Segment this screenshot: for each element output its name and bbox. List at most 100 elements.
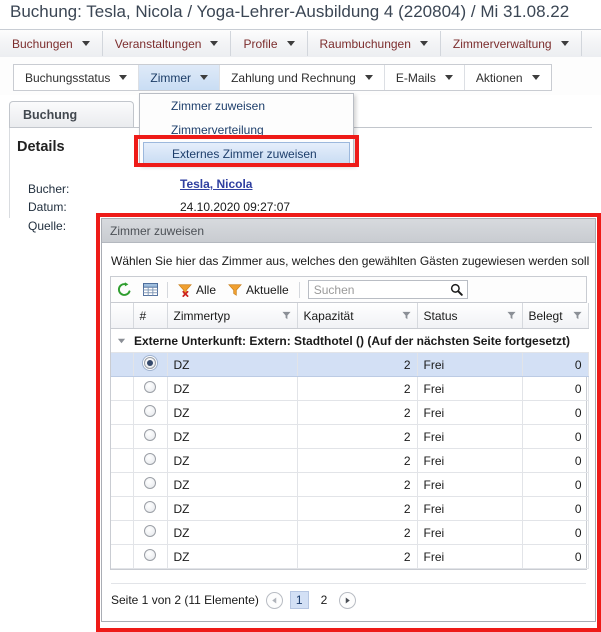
radio-button-icon[interactable] bbox=[144, 477, 156, 489]
tab-buchung-label: Buchung bbox=[23, 108, 78, 122]
tab-label: E-Mails bbox=[395, 70, 436, 85]
cell-kapazitaet: 2 bbox=[297, 424, 418, 449]
chevron-down-icon bbox=[81, 41, 90, 46]
cell-zimmertyp: DZ bbox=[167, 400, 298, 425]
row-select-radio[interactable] bbox=[133, 448, 168, 473]
tab-label: Buchungsstatus bbox=[25, 70, 111, 85]
cell-zimmertyp: DZ bbox=[167, 352, 298, 377]
tab-zahlung-und-rechnung[interactable]: Zahlung und Rechnung bbox=[220, 65, 385, 90]
field-label-datum: Datum: bbox=[28, 200, 67, 214]
tab-emails[interactable]: E-Mails bbox=[385, 65, 465, 90]
tab-zimmer[interactable]: Zimmer bbox=[139, 65, 221, 90]
pagination-page-1[interactable]: 1 bbox=[289, 591, 309, 609]
table-row[interactable]: DZ 2 Frei 0 bbox=[111, 400, 589, 425]
row-select-radio[interactable] bbox=[133, 424, 168, 449]
table-row[interactable]: DZ 2 Frei 0 bbox=[111, 544, 589, 569]
columns-icon[interactable] bbox=[137, 278, 163, 302]
menu-option-label: Zimmerverteilung bbox=[171, 123, 264, 137]
chevron-down-icon bbox=[210, 41, 219, 46]
menu-item-label: Profile bbox=[243, 36, 278, 51]
menu-option-zimmerverteilung[interactable]: Zimmerverteilung bbox=[140, 118, 353, 142]
radio-button-icon[interactable] bbox=[144, 453, 156, 465]
clear-filter-button[interactable]: Alle bbox=[172, 283, 222, 297]
cell-status: Frei bbox=[417, 376, 523, 401]
radio-button-icon[interactable] bbox=[144, 429, 156, 441]
menu-option-zimmer-zuweisen[interactable]: Zimmer zuweisen bbox=[140, 94, 353, 118]
search-input[interactable]: Suchen bbox=[307, 280, 468, 299]
cell-belegt: 0 bbox=[522, 352, 589, 377]
tab-label: Zimmer bbox=[150, 70, 192, 85]
cell-belegt: 0 bbox=[522, 472, 589, 497]
chevron-down-icon bbox=[444, 75, 453, 80]
table-row[interactable]: DZ 2 Frei 0 bbox=[111, 496, 589, 521]
menu-item-buchungen[interactable]: Buchungen bbox=[0, 31, 103, 56]
cell-status: Frei bbox=[417, 400, 523, 425]
column-header-label: Status bbox=[423, 308, 458, 323]
chevron-down-icon bbox=[419, 41, 428, 46]
column-header-label: Kapazität bbox=[303, 308, 354, 323]
cell-status: Frei bbox=[417, 424, 523, 449]
column-header-kapazitaet[interactable]: Kapazität bbox=[297, 303, 418, 329]
tab-aktionen[interactable]: Aktionen bbox=[465, 65, 551, 90]
current-filter-button[interactable]: Aktuelle bbox=[222, 283, 295, 297]
pagination-page-2[interactable]: 2 bbox=[316, 592, 333, 608]
radio-button-icon[interactable] bbox=[144, 501, 156, 513]
row-select-radio[interactable] bbox=[133, 520, 168, 545]
pagination-prev-button[interactable] bbox=[265, 591, 283, 609]
menu-item-zimmerverwaltung[interactable]: Zimmerverwaltung bbox=[441, 31, 582, 56]
table-row[interactable]: DZ 2 Frei 0 bbox=[111, 472, 589, 497]
pagination-next-button[interactable] bbox=[339, 591, 357, 609]
radio-button-icon[interactable] bbox=[144, 549, 156, 561]
field-label-quelle: Quelle: bbox=[28, 219, 67, 233]
cell-zimmertyp: DZ bbox=[167, 376, 298, 401]
table-row[interactable]: DZ 2 Frei 0 bbox=[111, 520, 589, 545]
row-select-radio[interactable] bbox=[133, 352, 168, 377]
table-header-row: # Zimmertyp Kapazität Status Belegt bbox=[111, 303, 589, 329]
chevron-down-icon bbox=[119, 75, 128, 80]
menu-item-label: Zimmerverwaltung bbox=[452, 36, 552, 51]
column-header-belegt[interactable]: Belegt bbox=[522, 303, 589, 329]
menu-item-raumbuchungen[interactable]: Raumbuchungen bbox=[308, 31, 441, 56]
table-row[interactable]: DZ 2 Frei 0 bbox=[111, 376, 589, 401]
column-header-zimmertyp[interactable]: Zimmertyp bbox=[167, 303, 298, 329]
cell-belegt: 0 bbox=[522, 400, 589, 425]
collapse-caret-icon[interactable] bbox=[117, 336, 126, 345]
tab-buchung[interactable]: Buchung bbox=[9, 101, 134, 128]
radio-button-icon[interactable] bbox=[144, 525, 156, 537]
menu-option-externes-zimmer-zuweisen[interactable]: Externes Zimmer zuweisen bbox=[143, 142, 350, 165]
row-select-radio[interactable] bbox=[133, 376, 168, 401]
table-row[interactable]: DZ 2 Frei 0 bbox=[111, 352, 589, 377]
grid-toolbar: Alle Aktuelle Suchen bbox=[110, 276, 587, 302]
cell-belegt: 0 bbox=[522, 448, 589, 473]
row-select-radio[interactable] bbox=[133, 496, 168, 521]
row-gutter bbox=[111, 544, 134, 569]
chevron-down-icon bbox=[364, 75, 373, 80]
row-gutter bbox=[111, 472, 134, 497]
row-select-radio[interactable] bbox=[133, 544, 168, 569]
radio-button-icon[interactable] bbox=[144, 357, 156, 369]
row-select-radio[interactable] bbox=[133, 400, 168, 425]
group-header-row[interactable]: Externe Unterkunft: Extern: Stadthotel (… bbox=[111, 328, 588, 353]
chevron-right-icon bbox=[346, 597, 351, 603]
menu-item-profile[interactable]: Profile bbox=[231, 31, 308, 56]
refresh-icon[interactable] bbox=[111, 278, 137, 302]
table-row[interactable]: DZ 2 Frei 0 bbox=[111, 448, 589, 473]
cell-belegt: 0 bbox=[522, 496, 589, 521]
table-row[interactable]: DZ 2 Frei 0 bbox=[111, 424, 589, 449]
column-header-index[interactable]: # bbox=[133, 303, 168, 329]
secondary-toolbar: Buchungsstatus Zimmer Zahlung und Rechnu… bbox=[13, 64, 552, 91]
radio-button-icon[interactable] bbox=[144, 381, 156, 393]
column-header-status[interactable]: Status bbox=[417, 303, 523, 329]
toolbar-separator bbox=[167, 281, 168, 298]
toolbar-separator bbox=[298, 281, 300, 298]
search-icon bbox=[450, 283, 463, 296]
menu-item-veranstaltungen[interactable]: Veranstaltungen bbox=[103, 31, 232, 56]
cell-status: Frei bbox=[417, 544, 523, 569]
field-value-bucher-link[interactable]: Tesla, Nicola bbox=[180, 177, 252, 191]
radio-button-icon[interactable] bbox=[144, 405, 156, 417]
zimmer-dropdown-menu: Zimmer zuweisen Zimmerverteilung Externe… bbox=[139, 93, 354, 165]
row-gutter bbox=[111, 448, 134, 473]
row-select-radio[interactable] bbox=[133, 472, 168, 497]
dialog-instruction: Wählen Sie hier das Zimmer aus, welches … bbox=[111, 254, 590, 268]
tab-buchungsstatus[interactable]: Buchungsstatus bbox=[14, 65, 140, 90]
